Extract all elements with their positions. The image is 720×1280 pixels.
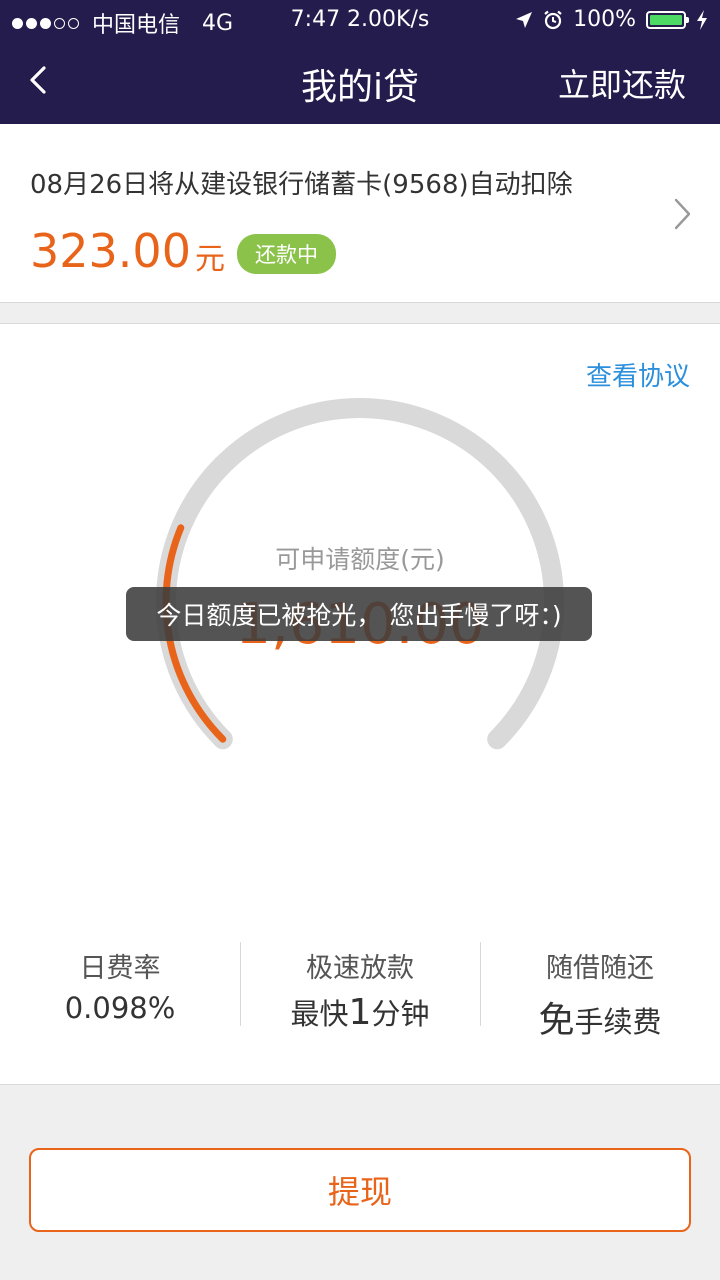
charging-bolt-icon (697, 9, 707, 30)
withdraw-button[interactable]: 提现 (29, 1148, 691, 1232)
feature-value-suffix: 分钟 (371, 997, 430, 1031)
feature-value-emphasis: 免 (538, 1000, 575, 1041)
feature-title: 极速放款 (306, 953, 414, 984)
feature-value: 0.098% (0, 991, 240, 1025)
battery-icon (646, 10, 689, 29)
chevron-right-icon[interactable] (672, 196, 694, 232)
feature-flexible-repay: 随借随还 免手续费 (480, 884, 720, 1084)
feature-value-suffix: 手续费 (574, 1005, 662, 1039)
feature-title: 随借随还 (546, 953, 654, 984)
feature-value-text: 0.098% (64, 991, 176, 1025)
alarm-clock-icon (544, 10, 562, 29)
feature-value-emphasis: 1 (348, 992, 372, 1033)
feature-daily-rate: 日费率 0.098% (0, 884, 240, 1084)
feature-value: 最快1分钟 (240, 991, 480, 1033)
amount-unit: 元 (194, 242, 225, 277)
battery-percent: 100% (573, 7, 636, 32)
available-limit-label: 可申请额度(元) (275, 545, 445, 574)
feature-title: 日费率 (79, 953, 161, 984)
feature-fast-loan: 极速放款 最快1分钟 (240, 884, 480, 1084)
battery-fill (650, 14, 682, 25)
auto-deduct-notice: 08月26日将从建设银行储蓄卡(9568)自动扣除 (30, 170, 573, 200)
feature-row: 日费率 0.098% 极速放款 最快1分钟 随借随还 免手续费 (0, 884, 720, 1085)
feature-value-prefix: 最快 (290, 997, 349, 1031)
status-bar: 中国电信 4G 7:47 2.00K/s 100% (0, 0, 720, 40)
repayment-amount-row: 323.00 元 还款中 (30, 224, 336, 278)
status-badge: 还款中 (236, 234, 336, 274)
credit-limit-card: 查看协议 可申请额度(元) 1,610.00 今日额度已被抢光， 您出手慢了呀：… (0, 323, 720, 885)
toast-message: 今日额度已被抢光， 您出手慢了呀：) (126, 587, 592, 641)
status-right: 100% (515, 7, 708, 32)
feature-value: 免手续费 (480, 991, 720, 1043)
repayment-card[interactable]: 08月26日将从建设银行储蓄卡(9568)自动扣除 323.00 元 还款中 (0, 124, 720, 303)
navigation-bar: 我的i贷 立即还款 (0, 40, 720, 124)
repay-now-button[interactable]: 立即还款 (558, 60, 686, 106)
repayment-amount: 323.00 (30, 224, 191, 278)
location-arrow-icon (516, 11, 533, 28)
